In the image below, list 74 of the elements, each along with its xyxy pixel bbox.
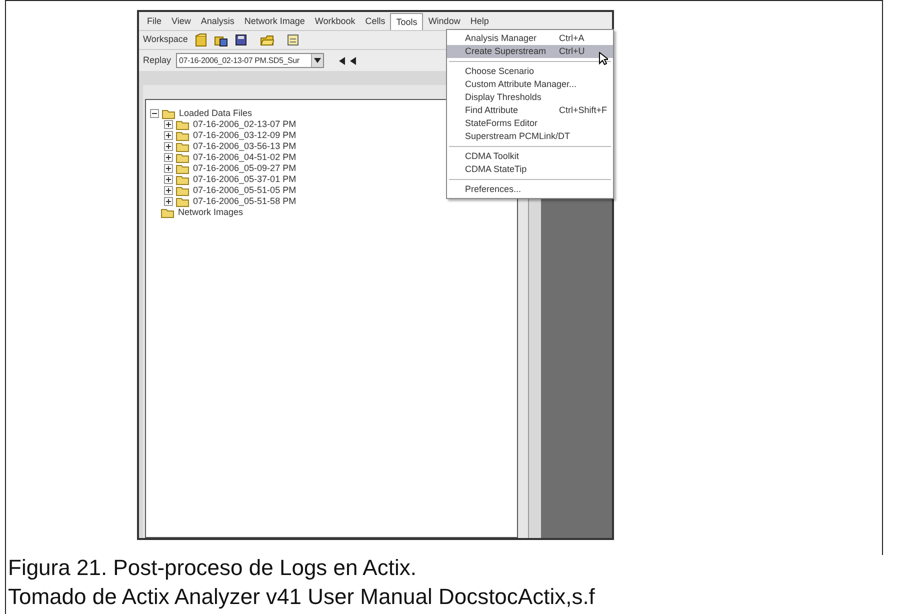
menu-item[interactable]: Tools: [390, 12, 424, 30]
folder-icon: [176, 196, 190, 206]
mouse-cursor-icon: [599, 52, 608, 65]
expand-icon[interactable]: [164, 142, 173, 151]
menu-item[interactable]: File: [142, 13, 167, 29]
menu-label: CDMA StateTip: [465, 162, 527, 176]
menu-item[interactable]: View: [166, 13, 196, 29]
menu-item[interactable]: Preferences...: [447, 183, 613, 196]
expand-icon[interactable]: [164, 186, 173, 195]
menu-label: Analysis Manager: [465, 32, 537, 45]
menu-item[interactable]: Create Superstream Ctrl+U: [447, 45, 613, 58]
menu-item[interactable]: Analysis Manager Ctrl+A: [447, 32, 613, 45]
folder-icon: [176, 152, 190, 162]
tree-item[interactable]: 07-16-2006_05-51-58 PM: [193, 194, 296, 208]
menu-label: Find Attribute: [465, 104, 518, 117]
menu-label: Preferences...: [465, 182, 522, 196]
expand-icon[interactable]: [164, 197, 173, 206]
folder-icon: [176, 142, 190, 152]
document-icon[interactable]: [286, 33, 300, 47]
menu-item[interactable]: Cells: [360, 13, 390, 29]
tree-item[interactable]: 07-16-2006_04-51-02 PM: [193, 150, 296, 164]
menu-item[interactable]: StateForms Editor: [447, 117, 613, 130]
menu-item[interactable]: Find Attribute Ctrl+Shift+F: [447, 104, 613, 117]
expand-icon[interactable]: [164, 164, 173, 173]
expand-icon[interactable]: [164, 120, 173, 129]
menu-label: Display Thresholds: [465, 90, 542, 104]
folder-icon: [176, 174, 190, 184]
tree-item[interactable]: 07-16-2006_03-12-09 PM: [193, 128, 296, 142]
menu-item[interactable]: CDMA Toolkit: [447, 150, 613, 163]
menu-item[interactable]: Display Thresholds: [447, 91, 613, 104]
toolbar-label: Workspace: [143, 33, 188, 46]
caption-text: Figura 21. Post-proceso de Logs en Actix.: [8, 555, 416, 581]
tree-item[interactable]: 07-16-2006_03-56-13 PM: [193, 140, 296, 154]
tree-item[interactable]: 07-16-2006_05-09-27 PM: [193, 162, 296, 176]
caption-text: Tomado de Actix Analyzer v41 User Manual DocstocActix,s.f: [8, 584, 595, 610]
menu-item[interactable]: Choose Scenario: [447, 65, 613, 78]
folder-icon: [176, 164, 190, 174]
expand-icon[interactable]: [164, 131, 173, 140]
combo-value: 07-16-2006_02-13-07 PM.SD5_Sur: [179, 54, 300, 66]
tree-item[interactable]: 07-16-2006_05-37-01 PM: [193, 172, 296, 186]
folder-icon: [161, 208, 175, 218]
menu-item[interactable]: Superstream PCMLink/DT: [447, 130, 613, 143]
folder-icon: [176, 186, 190, 196]
open-folder-icon[interactable]: [260, 33, 274, 47]
expand-icon[interactable]: [164, 175, 173, 184]
menu-label: Superstream PCMLink/DT: [465, 130, 570, 143]
menu-item[interactable]: Analysis: [196, 13, 240, 29]
caret-icon: [314, 58, 322, 63]
menu-item[interactable]: Window: [423, 13, 466, 29]
replay-label: Replay: [143, 54, 172, 67]
tree-item[interactable]: Loaded Data Files: [179, 106, 252, 120]
menu-label: Create Superstream: [465, 44, 546, 58]
menu-item[interactable]: Help: [465, 13, 494, 29]
tree-item[interactable]: 07-16-2006_02-13-07 PM: [193, 118, 296, 132]
collapse-icon[interactable]: [150, 109, 159, 118]
expand-icon[interactable]: [164, 153, 173, 162]
shortcut-label: Ctrl+Shift+F: [559, 104, 607, 117]
menu-label: StateForms Editor: [465, 116, 538, 130]
menu-item[interactable]: Custom Attribute Manager...: [447, 78, 613, 91]
save-icon[interactable]: [234, 33, 248, 47]
menu-item[interactable]: Workbook: [310, 13, 360, 29]
shortcut-label: Ctrl+A: [559, 32, 586, 45]
folder-icon: [162, 108, 176, 118]
menu-item[interactable]: CDMA StateTip: [447, 163, 613, 176]
replay-dropdown[interactable]: 07-16-2006_02-13-07 PM.SD5_Sur: [176, 53, 324, 68]
folder-icon: [176, 130, 190, 140]
tree-item[interactable]: Network Images: [178, 206, 244, 220]
tree-item[interactable]: 07-16-2006_05-51-05 PM: [193, 184, 296, 198]
folder-icon: [176, 120, 190, 130]
menu-item[interactable]: Network Image: [239, 13, 310, 29]
shortcut-label: Ctrl+U: [559, 44, 586, 58]
menu-label: Custom Attribute Manager...: [465, 78, 577, 91]
menu-label: CDMA Toolkit: [465, 150, 519, 163]
menu-label: Choose Scenario: [465, 64, 534, 78]
